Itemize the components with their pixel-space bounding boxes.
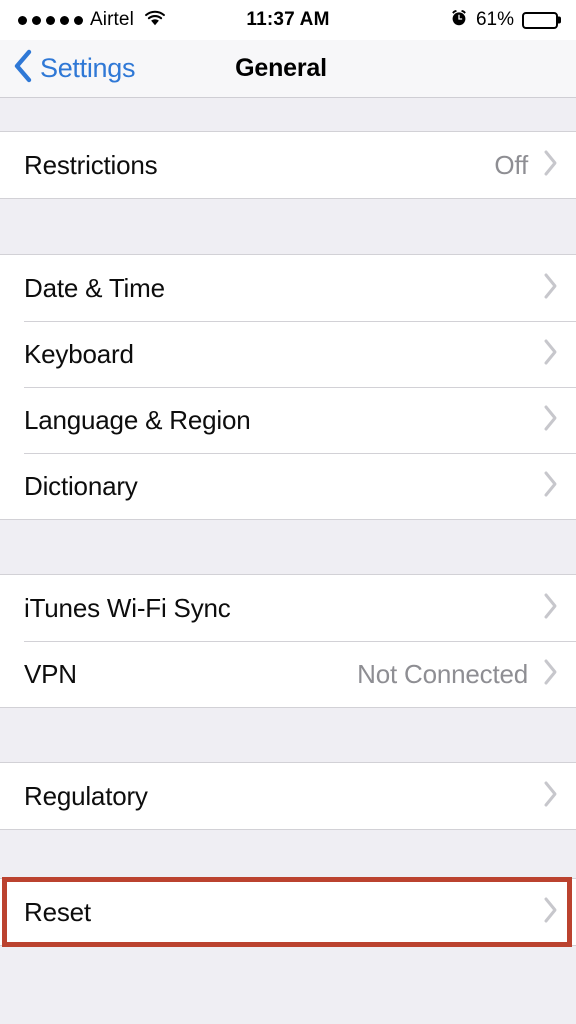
- settings-row-label: Restrictions: [24, 149, 158, 180]
- battery-percent-label: 61%: [475, 9, 514, 30]
- chevron-right-icon: [542, 271, 560, 306]
- settings-row-accessory: Not Connected: [357, 657, 560, 692]
- settings-row-label: Regulatory: [24, 780, 148, 811]
- settings-row-label: Reset: [24, 896, 91, 927]
- chevron-right-icon: [542, 148, 560, 183]
- iphone-settings-screen: Airtel 11:37 AM 61% Settings General Res…: [0, 0, 576, 1024]
- settings-row[interactable]: Language & Region: [0, 387, 576, 453]
- chevron-right-icon: [542, 337, 560, 372]
- chevron-right-icon: [542, 469, 560, 504]
- settings-row-label: Dictionary: [24, 470, 138, 501]
- settings-group-locale-group: Date & Time Keyboard Language & Region Dict…: [0, 254, 576, 520]
- status-bar-right: 61%: [450, 9, 558, 32]
- section-gap: [0, 708, 576, 762]
- settings-row-accessory: [542, 337, 560, 372]
- status-bar: Airtel 11:37 AM 61%: [0, 0, 576, 40]
- chevron-right-icon: [542, 403, 560, 438]
- settings-group-restrictions-group: Restrictions Off: [0, 131, 576, 199]
- settings-row-accessory: [542, 895, 560, 930]
- settings-row-value: Not Connected: [357, 658, 528, 689]
- settings-row[interactable]: VPN Not Connected: [0, 641, 576, 707]
- chevron-right-icon: [542, 895, 560, 930]
- navigation-bar: Settings General: [0, 40, 576, 98]
- settings-row-label: Keyboard: [24, 338, 134, 369]
- wifi-icon: [143, 9, 167, 32]
- settings-row[interactable]: iTunes Wi-Fi Sync: [0, 575, 576, 641]
- alarm-clock-icon: [450, 9, 468, 32]
- settings-row[interactable]: Regulatory: [0, 763, 576, 829]
- section-gap: [0, 98, 576, 131]
- settings-row-label: Language & Region: [24, 404, 251, 435]
- section-gap: [0, 830, 576, 878]
- settings-group-regulatory-group: Regulatory: [0, 762, 576, 830]
- settings-row-accessory: [542, 779, 560, 814]
- status-bar-left: Airtel: [18, 9, 167, 32]
- settings-group-reset-group: Reset: [0, 877, 576, 947]
- page-title: General: [235, 54, 327, 82]
- settings-row-accessory: [542, 271, 560, 306]
- settings-row[interactable]: Reset: [0, 879, 576, 945]
- settings-row[interactable]: Dictionary: [0, 453, 576, 519]
- chevron-right-icon: [542, 591, 560, 626]
- signal-strength-dots-icon: [18, 15, 83, 25]
- settings-row-accessory: [542, 591, 560, 626]
- settings-row-accessory: Off: [494, 148, 560, 183]
- chevron-right-icon: [542, 657, 560, 692]
- battery-icon: [522, 11, 558, 29]
- clock-label: 11:37 AM: [246, 9, 330, 30]
- section-gap: [0, 199, 576, 254]
- settings-row-accessory: [542, 469, 560, 504]
- chevron-right-icon: [542, 779, 560, 814]
- settings-row[interactable]: Keyboard: [0, 321, 576, 387]
- settings-list: Restrictions Off Date & Time Keyboard Langua…: [0, 98, 576, 947]
- carrier-label: Airtel: [90, 9, 134, 30]
- settings-row-label: iTunes Wi-Fi Sync: [24, 592, 231, 623]
- settings-group-sync-group: iTunes Wi-Fi Sync VPN Not Connected: [0, 574, 576, 708]
- settings-row[interactable]: Date & Time: [0, 255, 576, 321]
- settings-row-label: Date & Time: [24, 272, 165, 303]
- settings-row[interactable]: Restrictions Off: [0, 132, 576, 198]
- settings-row-label: VPN: [24, 658, 77, 689]
- settings-row-value: Off: [494, 149, 528, 180]
- section-gap: [0, 520, 576, 574]
- settings-row-accessory: [542, 403, 560, 438]
